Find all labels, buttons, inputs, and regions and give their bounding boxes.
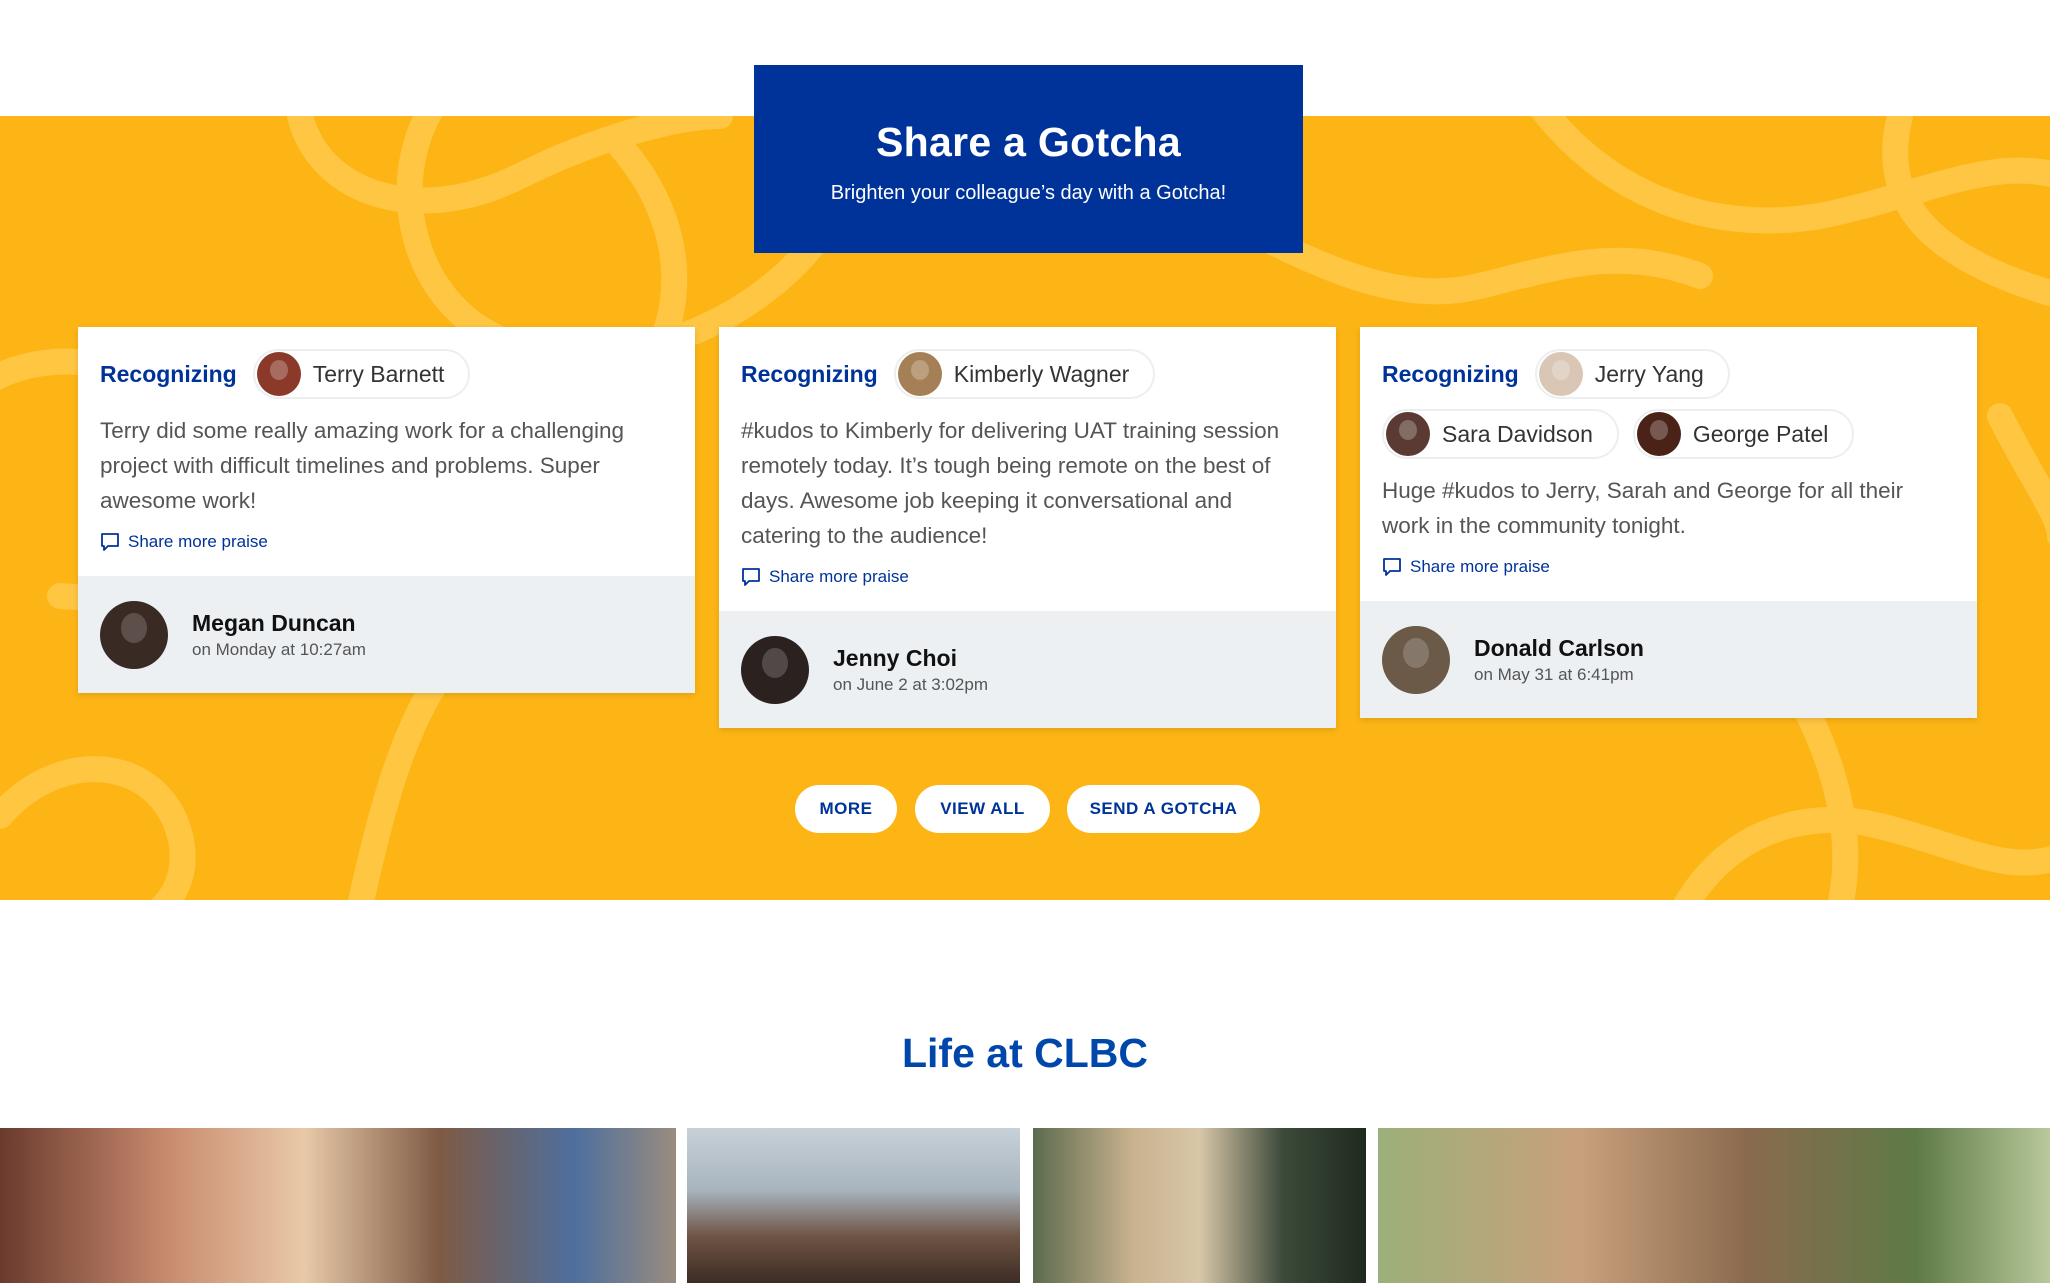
gotcha-message: Huge #kudos to Jerry, Sarah and George f… — [1382, 478, 1904, 538]
avatar — [100, 600, 168, 669]
share-more-praise-link[interactable]: Share more praise — [741, 567, 1314, 587]
gotcha-card: Recognizing Jerry Yang Sara Davidson Geo… — [1360, 327, 1977, 718]
sent-timestamp: on June 2 at 3:02pm — [833, 674, 989, 694]
send-a-gotcha-button[interactable]: SEND A GOTCHA — [1067, 785, 1260, 833]
avatar — [1382, 625, 1450, 694]
sent-timestamp: on May 31 at 6:41pm — [1474, 664, 1634, 684]
section-title: Life at CLBC — [902, 1030, 1148, 1076]
recipient-pill[interactable]: Kimberly Wagner — [893, 349, 1156, 399]
avatar — [1386, 412, 1430, 456]
avatar — [897, 352, 942, 396]
sender-footer: Jenny Choi on June 2 at 3:02pm — [719, 611, 1336, 728]
recipient-name: Jerry Yang — [1594, 360, 1704, 387]
avatar — [741, 635, 809, 704]
recipient-name: Kimberly Wagner — [953, 360, 1130, 387]
sent-timestamp: on Monday at 10:27am — [192, 639, 366, 659]
recognizing-label: Recognizing — [1382, 360, 1519, 387]
view-all-button[interactable]: VIEW ALL — [915, 785, 1050, 833]
recognizing-label: Recognizing — [741, 360, 878, 387]
recognizing-label: Recognizing — [100, 360, 237, 387]
recipient-pill[interactable]: George Patel — [1632, 409, 1855, 459]
sender-name: Megan Duncan — [192, 609, 356, 636]
share-more-praise-label: Share more praise — [1410, 557, 1550, 576]
recipient-name: Terry Barnett — [312, 360, 445, 387]
comment-icon — [101, 533, 119, 551]
recognizing-row: Recognizing Kimberly Wagner — [741, 349, 1314, 399]
recipient-name: George Patel — [1692, 420, 1829, 447]
gotcha-card: Recognizing Kimberly Wagner #kudos to Ki… — [719, 327, 1336, 728]
comment-icon — [1383, 558, 1401, 576]
gotcha-message: Terry did some really amazing work for a… — [100, 418, 624, 513]
recognizing-row: Recognizing Terry Barnett — [100, 349, 673, 399]
avatar — [1636, 412, 1681, 456]
sender-footer: Donald Carlson on May 31 at 6:41pm — [1360, 601, 1977, 718]
recipient-pill[interactable]: Sara Davidson — [1382, 409, 1619, 459]
recognizing-row: Recognizing Jerry Yang Sara Davidson Geo… — [1382, 349, 1955, 459]
sender-footer: Megan Duncan on Monday at 10:27am — [78, 576, 695, 693]
avatar — [256, 352, 301, 396]
share-more-praise-link[interactable]: Share more praise — [100, 532, 673, 552]
sender-name: Donald Carlson — [1474, 634, 1644, 661]
share-gotcha-banner: Share a Gotcha Brighten your colleague’s… — [754, 65, 1303, 253]
photo-tile — [687, 1128, 1020, 1283]
gotcha-card: Recognizing Terry Barnett Terry did some… — [78, 327, 695, 693]
hero-title: Share a Gotcha — [876, 119, 1181, 165]
comment-icon — [742, 568, 760, 586]
photo-tile — [0, 1128, 676, 1283]
recipient-pill[interactable]: Jerry Yang — [1534, 349, 1730, 399]
recipient-name: Sara Davidson — [1442, 420, 1593, 447]
share-more-praise-link[interactable]: Share more praise — [1382, 557, 1955, 577]
photo-tile — [1033, 1128, 1366, 1283]
hero-subtitle: Brighten your colleague’s day with a Got… — [830, 182, 1227, 204]
recipient-pill[interactable]: Terry Barnett — [252, 349, 471, 399]
sender-name: Jenny Choi — [833, 644, 957, 671]
avatar — [1538, 352, 1583, 396]
share-more-praise-label: Share more praise — [769, 567, 909, 586]
photo-tile — [1378, 1128, 2050, 1283]
more-button[interactable]: MORE — [795, 785, 897, 833]
share-more-praise-label: Share more praise — [128, 532, 268, 551]
gotcha-message: #kudos to Kimberly for delivering UAT tr… — [741, 418, 1280, 548]
